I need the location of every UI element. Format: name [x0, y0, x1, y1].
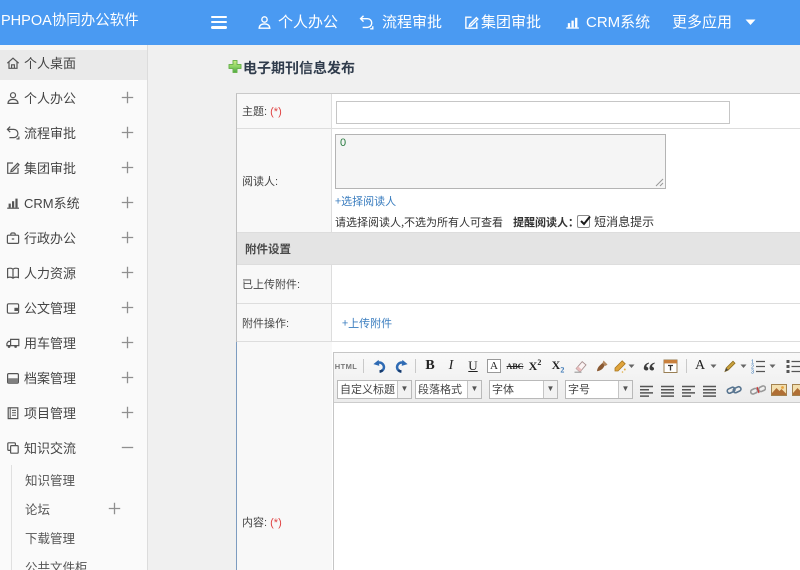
svg-text:3: 3: [751, 370, 754, 375]
